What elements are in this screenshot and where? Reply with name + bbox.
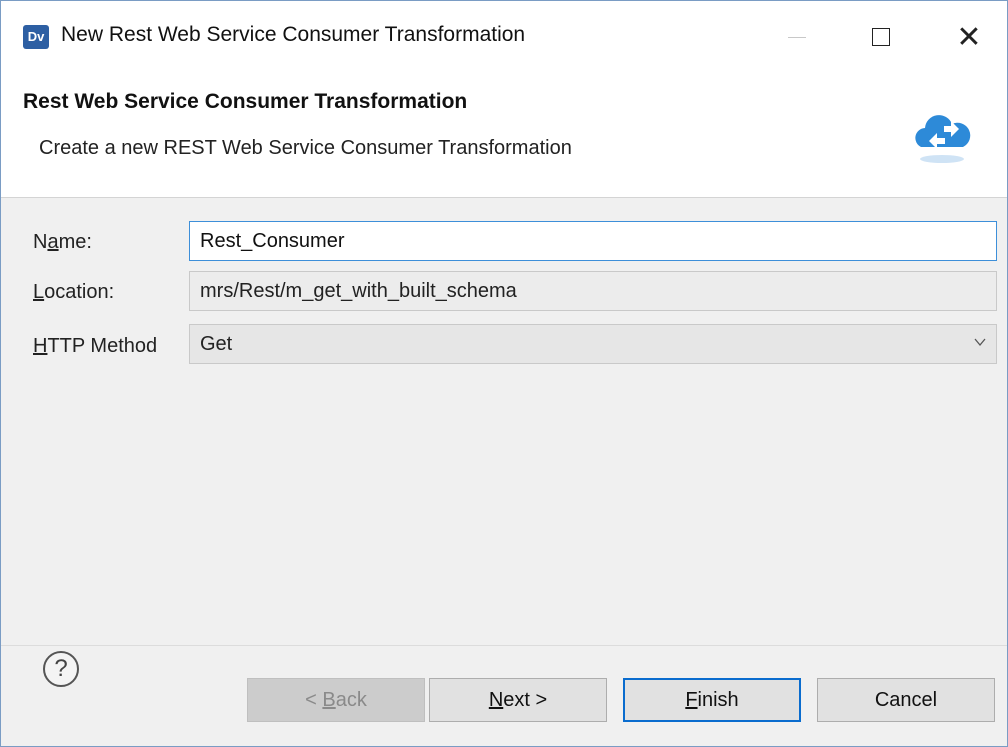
next-label-part: ext > — [503, 689, 548, 711]
help-button[interactable]: ? — [43, 651, 79, 687]
title-bar: New Rest Web Service Consumer Transforma… — [1, 1, 1007, 73]
cancel-button[interactable]: Cancel — [817, 678, 995, 722]
http-method-label: HTTP Method — [33, 335, 157, 358]
close-button[interactable]: ✕ — [941, 11, 997, 63]
back-label-part: ack — [335, 689, 367, 711]
name-label: Name: — [33, 231, 92, 254]
name-input[interactable] — [189, 221, 997, 261]
next-label-mnemonic: N — [488, 689, 504, 711]
name-label-mnemonic: a — [47, 231, 59, 253]
minimize-icon — [788, 36, 806, 38]
back-label-mnemonic: B — [322, 689, 336, 711]
name-label-part: me: — [58, 231, 92, 253]
footer-divider — [1, 645, 1007, 646]
http-method-value: Get — [200, 333, 233, 355]
chevron-down-icon — [974, 338, 986, 347]
http-method-label-part: TTP Method — [47, 335, 158, 357]
close-icon: ✕ — [956, 20, 982, 54]
location-value: mrs/Rest/m_get_with_built_schema — [200, 280, 517, 302]
back-label-part: < — [305, 689, 323, 711]
location-field[interactable]: mrs/Rest/m_get_with_built_schema — [189, 271, 997, 311]
maximize-icon — [872, 28, 890, 46]
banner-title: Rest Web Service Consumer Transformation — [23, 90, 468, 113]
wizard-banner: Rest Web Service Consumer Transformation… — [1, 73, 1007, 198]
maximize-button[interactable] — [853, 11, 909, 63]
app-icon — [23, 25, 49, 49]
http-method-select[interactable]: Get — [189, 324, 997, 364]
finish-label-mnemonic: F — [685, 689, 698, 711]
dialog-window: New Rest Web Service Consumer Transforma… — [0, 0, 1008, 747]
finish-label-part: inish — [697, 689, 739, 711]
help-icon: ? — [54, 655, 68, 682]
minimize-button[interactable] — [769, 11, 825, 63]
location-label: Location: — [33, 281, 114, 304]
name-label-part: N — [33, 231, 48, 253]
location-label-part: ocation: — [44, 281, 115, 303]
back-button[interactable]: < Back — [247, 678, 425, 722]
http-method-label-mnemonic: H — [33, 335, 48, 357]
banner-description: Create a new REST Web Service Consumer T… — [39, 137, 572, 159]
window-title: New Rest Web Service Consumer Transforma… — [61, 23, 526, 46]
finish-button[interactable]: Finish — [623, 678, 801, 722]
cloud-exchange-icon — [915, 115, 971, 163]
next-button[interactable]: Next > — [429, 678, 607, 722]
location-label-mnemonic: L — [33, 281, 45, 303]
